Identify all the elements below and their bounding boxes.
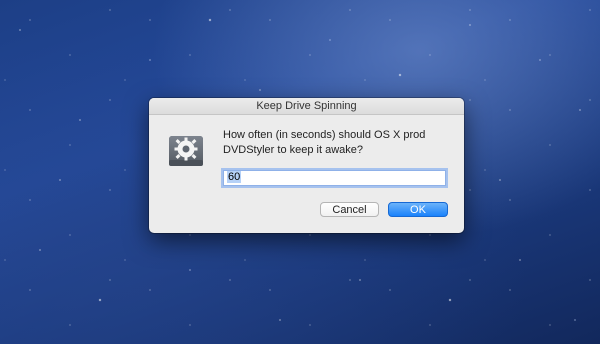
keep-drive-spinning-dialog: Keep Drive Spinning How often (in second… <box>149 98 464 233</box>
dialog-message-line2: DVDStyler to keep it awake? <box>223 144 364 156</box>
seconds-input[interactable]: 60 <box>223 170 446 186</box>
seconds-input-value: 60 <box>227 171 242 183</box>
dialog-message-line1: How often (in seconds) should OS X prod <box>223 129 426 141</box>
cancel-button[interactable]: Cancel <box>320 202 379 217</box>
dialog-message: How often (in seconds) should OS X prod … <box>223 128 453 158</box>
dialog-title: Keep Drive Spinning <box>149 98 464 115</box>
gear-drive-icon <box>169 136 203 166</box>
ok-button[interactable]: OK <box>388 202 448 217</box>
